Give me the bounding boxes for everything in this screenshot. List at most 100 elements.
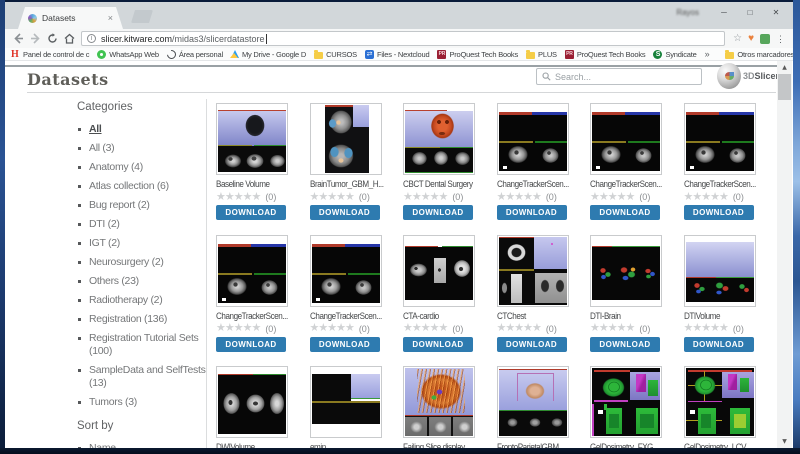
- rating-stars[interactable]: ★★★★★: [310, 192, 354, 203]
- dataset-name[interactable]: CTChest: [497, 311, 573, 322]
- category-link[interactable]: Name: [89, 442, 116, 448]
- home-button[interactable]: [61, 33, 78, 44]
- heart-extension-icon[interactable]: ♥: [748, 34, 754, 44]
- dataset-name[interactable]: GelDosimetry_LCV: [684, 442, 760, 448]
- download-button[interactable]: DOWNLOAD: [216, 337, 286, 352]
- category-link[interactable]: Anatomy (4): [89, 161, 143, 173]
- dataset-thumbnail[interactable]: [403, 366, 475, 438]
- category-link[interactable]: IGT (2): [89, 237, 120, 249]
- forward-button[interactable]: [27, 33, 44, 44]
- dataset-thumbnail[interactable]: [590, 103, 662, 175]
- dataset-thumbnail[interactable]: [684, 366, 756, 438]
- dataset-name[interactable]: emin: [310, 442, 386, 448]
- bookmark-item[interactable]: Otros marcadores: [725, 50, 793, 59]
- dataset-thumbnail[interactable]: [216, 366, 288, 438]
- bookmark-item[interactable]: Panel de control de c: [11, 50, 89, 59]
- download-button[interactable]: DOWNLOAD: [403, 337, 473, 352]
- dataset-thumbnail[interactable]: [590, 235, 662, 307]
- dataset-name[interactable]: DTIVolume: [684, 311, 760, 322]
- dataset-thumbnail[interactable]: [497, 103, 569, 175]
- minimize-button[interactable]: ─: [711, 8, 737, 17]
- rating-stars[interactable]: ★★★★★: [497, 323, 541, 334]
- back-button[interactable]: [10, 33, 27, 44]
- dataset-name[interactable]: BrainTumor_GBM_H...: [310, 179, 386, 190]
- scrollbar-down-arrow[interactable]: ▼: [777, 435, 792, 448]
- dataset-thumbnail[interactable]: [497, 366, 569, 438]
- category-link[interactable]: Tumors (3): [89, 396, 137, 408]
- dataset-name[interactable]: Failing Slice display: [403, 442, 479, 448]
- bookmark-item[interactable]: Syndicate: [653, 50, 696, 59]
- dataset-name[interactable]: ChangeTrackerScen...: [497, 179, 573, 190]
- dataset-thumbnail[interactable]: [310, 235, 382, 307]
- rating-stars[interactable]: ★★★★★: [590, 323, 634, 334]
- search-input[interactable]: Search...: [536, 68, 702, 85]
- bookmark-item[interactable]: PLUS: [526, 50, 557, 59]
- category-link[interactable]: Registration Tutorial Sets (100): [89, 332, 199, 357]
- maximize-button[interactable]: □: [737, 8, 763, 17]
- category-link[interactable]: Atlas collection (6): [89, 180, 169, 192]
- dataset-name[interactable]: GelDosimetry_FXG: [590, 442, 666, 448]
- download-button[interactable]: DOWNLOAD: [590, 205, 660, 220]
- download-button[interactable]: DOWNLOAD: [590, 337, 660, 352]
- rating-stars[interactable]: ★★★★★: [310, 323, 354, 334]
- address-bar[interactable]: i slicer.kitware.com/midas3/slicerdatast…: [81, 31, 725, 46]
- dataset-name[interactable]: Baseline Volume: [216, 179, 292, 190]
- scrollbar-up-arrow[interactable]: ▲: [777, 61, 792, 74]
- download-button[interactable]: DOWNLOAD: [684, 205, 754, 220]
- menu-dots-icon[interactable]: ⋮: [776, 34, 785, 44]
- bookmark-item[interactable]: Área personal: [167, 50, 223, 59]
- category-link[interactable]: Radiotherapy (2): [89, 294, 162, 306]
- tab-close-icon[interactable]: ×: [108, 13, 113, 23]
- category-link[interactable]: Neurosurgery (2): [89, 256, 164, 268]
- bookmark-item[interactable]: ProQuest Tech Books: [437, 50, 518, 59]
- rating-stars[interactable]: ★★★★★: [684, 323, 728, 334]
- download-button[interactable]: DOWNLOAD: [497, 205, 567, 220]
- close-button[interactable]: ✕: [763, 8, 789, 17]
- dataset-name[interactable]: FrontoParietalGBM: [497, 442, 573, 448]
- info-icon[interactable]: i: [87, 34, 96, 43]
- dataset-thumbnail[interactable]: [310, 103, 382, 175]
- rating-stars[interactable]: ★★★★★: [216, 323, 260, 334]
- dataset-name[interactable]: ChangeTrackerScen...: [216, 311, 292, 322]
- bookmark-item[interactable]: WhatsApp Web: [97, 50, 159, 59]
- bookmark-star-icon[interactable]: ☆: [733, 34, 742, 44]
- new-tab-button[interactable]: [131, 10, 153, 23]
- category-link[interactable]: Others (23): [89, 275, 139, 287]
- dataset-thumbnail[interactable]: [684, 235, 756, 307]
- bookmark-item[interactable]: My Drive - Google D: [231, 50, 306, 59]
- category-link[interactable]: All: [89, 123, 102, 135]
- page-scrollbar[interactable]: ▲ ▼: [777, 61, 792, 448]
- download-button[interactable]: DOWNLOAD: [684, 337, 754, 352]
- bookmark-item[interactable]: CURSOS: [314, 50, 357, 59]
- dataset-thumbnail[interactable]: [216, 103, 288, 175]
- category-link[interactable]: SampleData and SelfTests (13): [89, 364, 206, 389]
- download-button[interactable]: DOWNLOAD: [403, 205, 473, 220]
- bookmark-item[interactable]: Files - Nextcloud: [365, 50, 429, 59]
- rating-stars[interactable]: ★★★★★: [590, 192, 634, 203]
- download-button[interactable]: DOWNLOAD: [216, 205, 286, 220]
- category-link[interactable]: Bug report (2): [89, 199, 150, 211]
- category-link[interactable]: Registration (136): [89, 313, 167, 325]
- rating-stars[interactable]: ★★★★★: [403, 192, 447, 203]
- bookmarks-overflow-chevron[interactable]: »: [705, 49, 710, 59]
- dataset-thumbnail[interactable]: [684, 103, 756, 175]
- scrollbar-thumb[interactable]: [778, 74, 791, 100]
- dataset-name[interactable]: ChangeTrackerScen...: [684, 179, 760, 190]
- dataset-name[interactable]: ChangeTrackerScen...: [310, 311, 386, 322]
- green-extension-icon[interactable]: [760, 34, 770, 44]
- category-link[interactable]: DTI (2): [89, 218, 120, 230]
- rating-stars[interactable]: ★★★★★: [497, 192, 541, 203]
- rating-stars[interactable]: ★★★★★: [403, 323, 447, 334]
- category-link[interactable]: All (3): [89, 142, 114, 154]
- dataset-thumbnail[interactable]: [590, 366, 662, 438]
- dataset-name[interactable]: CTA-cardio: [403, 311, 479, 322]
- dataset-name[interactable]: CBCT Dental Surgery: [403, 179, 479, 190]
- dataset-thumbnail[interactable]: [310, 366, 382, 438]
- download-button[interactable]: DOWNLOAD: [497, 337, 567, 352]
- download-button[interactable]: DOWNLOAD: [310, 337, 380, 352]
- dataset-name[interactable]: DTI-Brain: [590, 311, 666, 322]
- download-button[interactable]: DOWNLOAD: [310, 205, 380, 220]
- bookmark-item[interactable]: ProQuest Tech Books: [565, 50, 646, 59]
- dataset-thumbnail[interactable]: [403, 235, 475, 307]
- rating-stars[interactable]: ★★★★★: [684, 192, 728, 203]
